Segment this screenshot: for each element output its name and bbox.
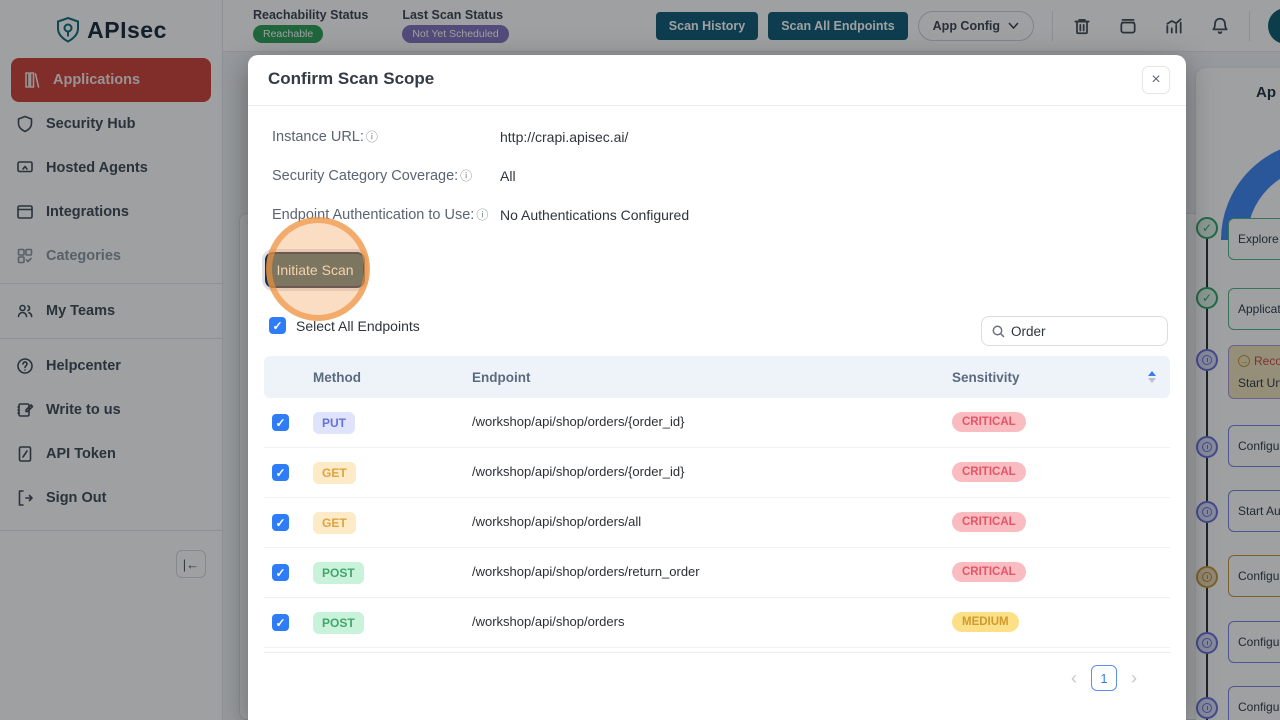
method-badge: PUT — [313, 412, 355, 434]
field-label: Endpoint Authentication to Use:ⓘ — [272, 206, 500, 223]
column-header-method: Method — [313, 370, 361, 385]
sensitivity-badge: CRITICAL — [952, 462, 1026, 482]
method-badge: POST — [313, 612, 364, 634]
prev-page-icon[interactable]: ‹ — [1071, 665, 1077, 691]
table-row: ✓ GET /workshop/api/shop/orders/{order_i… — [264, 448, 1170, 498]
field-instance-url: Instance URL:ⓘ http://crapi.apisec.ai/ — [272, 117, 689, 156]
endpoint-table: ✓ PUT /workshop/api/shop/orders/{order_i… — [264, 398, 1170, 648]
sensitivity-badge: CRITICAL — [952, 412, 1026, 432]
field-label: Instance URL:ⓘ — [272, 128, 500, 145]
table-header: Method Endpoint Sensitivity — [264, 356, 1170, 398]
field-security-category-coverage: Security Category Coverage:ⓘ All — [272, 156, 689, 195]
select-all-label: Select All Endpoints — [296, 318, 420, 334]
modal-title: Confirm Scan Scope — [268, 69, 434, 89]
field-value: http://crapi.apisec.ai/ — [500, 129, 628, 145]
endpoint-path: /workshop/api/shop/orders/{order_id} — [472, 464, 684, 479]
search-input[interactable] — [1011, 324, 1157, 339]
method-badge: GET — [313, 462, 356, 484]
pagination: ‹ 1 › — [1071, 665, 1137, 691]
endpoint-path: /workshop/api/shop/orders — [472, 614, 624, 629]
page-number-button[interactable]: 1 — [1091, 665, 1117, 691]
column-header-sensitivity: Sensitivity — [952, 370, 1020, 385]
endpoint-path: /workshop/api/shop/orders/{order_id} — [472, 414, 684, 429]
table-row: ✓ PUT /workshop/api/shop/orders/{order_i… — [264, 398, 1170, 448]
method-badge: GET — [313, 512, 356, 534]
field-value: No Authentications Configured — [500, 207, 689, 223]
divider — [264, 652, 1170, 653]
info-icon[interactable]: ⓘ — [476, 206, 488, 223]
select-all-row: ✓ Select All Endpoints — [269, 317, 420, 334]
field-label: Security Category Coverage:ⓘ — [272, 167, 500, 184]
info-icon[interactable]: ⓘ — [366, 128, 378, 145]
select-all-checkbox[interactable]: ✓ — [269, 317, 286, 334]
field-value: All — [500, 168, 516, 184]
close-icon[interactable]: × — [1142, 66, 1170, 94]
row-checkbox[interactable]: ✓ — [272, 464, 289, 481]
sort-icon[interactable] — [1148, 371, 1156, 383]
table-row: ✓ POST /workshop/api/shop/orders/return_… — [264, 548, 1170, 598]
field-endpoint-authentication: Endpoint Authentication to Use:ⓘ No Auth… — [272, 195, 689, 234]
method-badge: POST — [313, 562, 364, 584]
sensitivity-badge: CRITICAL — [952, 562, 1026, 582]
row-checkbox[interactable]: ✓ — [272, 514, 289, 531]
next-page-icon[interactable]: › — [1131, 665, 1137, 691]
search-icon — [992, 325, 1005, 338]
table-row: ✓ POST /workshop/api/shop/orders MEDIUM — [264, 598, 1170, 648]
endpoint-path: /workshop/api/shop/orders/return_order — [472, 564, 700, 579]
table-row: ✓ GET /workshop/api/shop/orders/all CRIT… — [264, 498, 1170, 548]
sensitivity-badge: CRITICAL — [952, 512, 1026, 532]
row-checkbox[interactable]: ✓ — [272, 414, 289, 431]
row-checkbox[interactable]: ✓ — [272, 614, 289, 631]
endpoint-search — [981, 316, 1168, 346]
confirm-scan-scope-modal: Confirm Scan Scope × Instance URL:ⓘ http… — [248, 55, 1186, 720]
column-header-endpoint: Endpoint — [472, 370, 530, 385]
sensitivity-badge: MEDIUM — [952, 612, 1019, 632]
endpoint-path: /workshop/api/shop/orders/all — [472, 514, 641, 529]
modal-header: Confirm Scan Scope × — [248, 55, 1186, 106]
row-checkbox[interactable]: ✓ — [272, 564, 289, 581]
info-icon[interactable]: ⓘ — [460, 167, 472, 184]
scan-scope-fields: Instance URL:ⓘ http://crapi.apisec.ai/ S… — [272, 117, 689, 234]
initiate-scan-button[interactable]: Initiate Scan — [265, 252, 365, 288]
